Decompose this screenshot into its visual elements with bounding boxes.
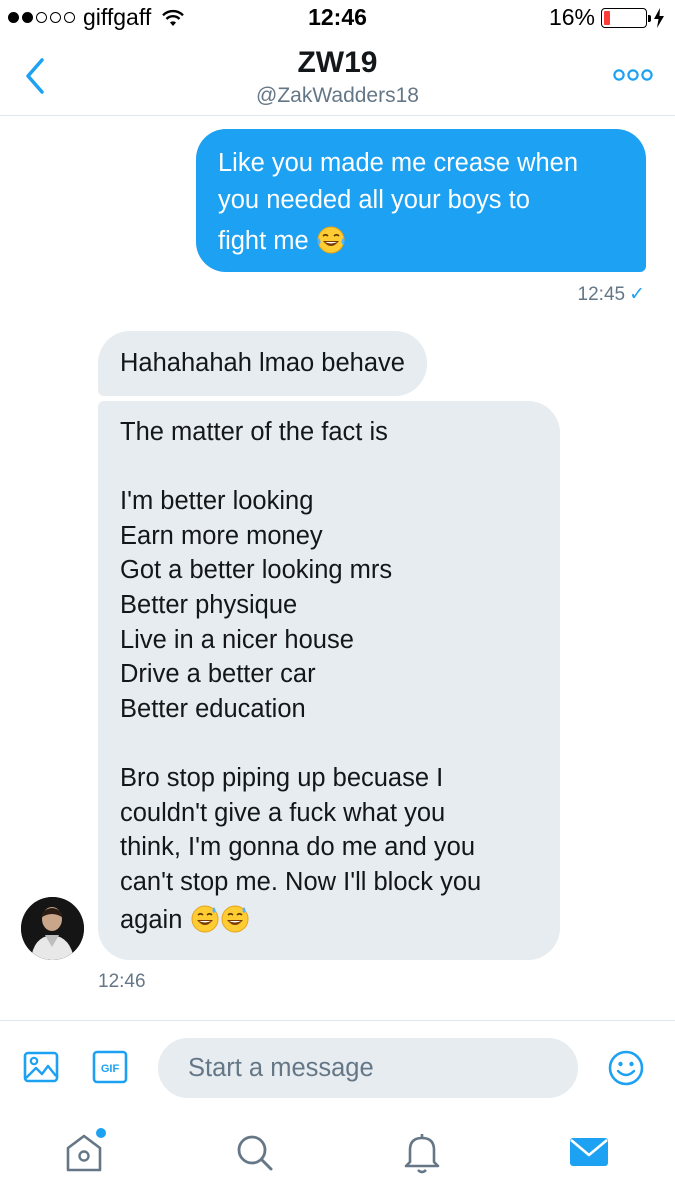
received-message-line: Earn more money (120, 521, 323, 550)
battery-icon (601, 7, 651, 28)
more-options-icon[interactable] (613, 68, 653, 82)
sent-time: 12:45 (577, 284, 626, 305)
received-message-line: think, I'm gonna do me and you (120, 833, 476, 862)
received-message-line: Better education (120, 694, 306, 723)
sweat-smile-emoji-icon (191, 905, 218, 933)
tab-search[interactable] (232, 1128, 276, 1176)
charging-bolt-icon (654, 7, 664, 28)
sent-message-bubble[interactable]: Like you made me crease when you needed … (196, 129, 646, 272)
tears-of-joy-emoji-icon (317, 226, 345, 254)
received-message-timestamp: 12:46 (98, 971, 146, 992)
received-message-line: Drive a better car (120, 660, 316, 689)
message-composer: GIF (0, 1020, 675, 1116)
svg-text:GIF: GIF (101, 1063, 120, 1075)
sweat-smile-emoji-icon (221, 905, 248, 933)
tab-home[interactable] (62, 1128, 106, 1176)
bell-icon (404, 1134, 440, 1174)
received-message-line: I'm better looking (120, 487, 314, 516)
read-check-icon: ✓ (629, 284, 645, 305)
sender-avatar[interactable] (21, 897, 84, 960)
received-message-line: again (120, 906, 183, 935)
received-message-line: Got a better looking mrs (120, 556, 393, 585)
status-bar: giffgaff 12:46 16% (0, 0, 675, 38)
sent-message-line: Like you made me crease when (218, 149, 579, 177)
received-message-line: Live in a nicer house (120, 625, 354, 654)
sent-message-timestamp: 12:45 ✓ (578, 283, 645, 306)
conversation-header: ZW19 @ZakWadders18 (0, 38, 675, 116)
message-input[interactable] (158, 1038, 578, 1098)
battery-level (604, 10, 611, 25)
received-message-bubble[interactable]: Hahahahah lmao behave (98, 331, 427, 396)
received-message-line: The matter of the fact is (120, 418, 388, 446)
search-icon (237, 1135, 273, 1171)
received-message-line: Better physique (120, 590, 298, 619)
unread-indicator (96, 1128, 106, 1138)
conversation-handle[interactable]: @ZakWadders18 (0, 84, 675, 108)
image-icon[interactable] (22, 1049, 60, 1085)
received-message-line: Bro stop piping up becuase I (120, 763, 444, 792)
emoji-picker-icon[interactable] (607, 1049, 645, 1087)
conversation-title[interactable]: ZW19 (0, 46, 675, 80)
battery-percent: 16% (548, 4, 595, 30)
received-message-line: couldn't give a fuck what you (120, 798, 446, 827)
tab-messages[interactable] (567, 1128, 611, 1176)
received-message-last-line: again (120, 899, 538, 941)
tab-notifications[interactable] (400, 1128, 444, 1176)
received-message-line: can't stop me. Now I'll block you (120, 867, 482, 896)
avatar-photo (21, 897, 84, 960)
message-thread[interactable]: Like you made me crease when you needed … (0, 117, 675, 1020)
status-right: 16% (549, 4, 665, 31)
sent-message-line: fight me (218, 227, 309, 255)
envelope-icon (570, 1138, 608, 1166)
received-message-bubble[interactable]: The matter of the fact is I'm better loo… (98, 401, 560, 960)
bottom-tab-bar (0, 1116, 675, 1200)
sent-message-line: you needed all your boys to (218, 186, 530, 214)
gif-icon[interactable]: GIF (92, 1049, 128, 1085)
